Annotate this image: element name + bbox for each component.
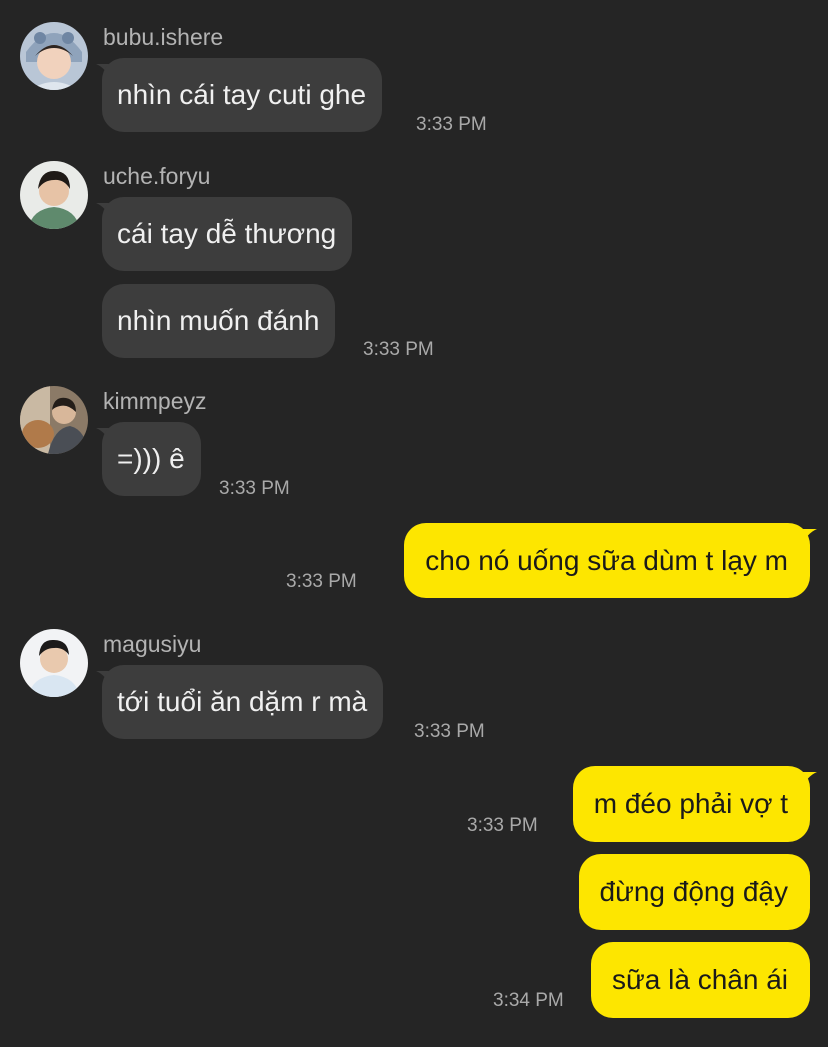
message-time: 3:33 PM bbox=[467, 815, 538, 836]
message-time: 3:33 PM bbox=[414, 721, 485, 742]
message-time: 3:33 PM bbox=[219, 478, 290, 499]
avatar-magusiyu[interactable] bbox=[20, 629, 88, 697]
message-bubble-incoming[interactable]: cái tay dễ thương bbox=[102, 197, 353, 271]
avatar-kimmpeyz[interactable] bbox=[20, 386, 88, 454]
message-bubble-outgoing[interactable]: cho nó uống sữa dùm t lạy m bbox=[404, 523, 810, 598]
message-bubble-incoming[interactable]: nhìn cái tay cuti ghe bbox=[102, 58, 383, 132]
message-bubble-incoming[interactable]: tới tuổi ăn dặm r mà bbox=[102, 665, 384, 739]
message-time: 3:34 PM bbox=[493, 990, 564, 1011]
message-time: 3:33 PM bbox=[363, 339, 434, 360]
message-time: 3:33 PM bbox=[416, 114, 487, 135]
sender-name: magusiyu bbox=[103, 631, 202, 657]
message-bubble-outgoing[interactable]: đừng động đậy bbox=[578, 854, 810, 930]
message-bubble-outgoing[interactable]: sữa là chân ái bbox=[591, 942, 810, 1018]
avatar-uche[interactable] bbox=[20, 161, 88, 229]
sender-name: kimmpeyz bbox=[103, 388, 207, 414]
sender-name: bubu.ishere bbox=[103, 24, 224, 50]
avatar-bubu[interactable] bbox=[20, 22, 88, 90]
message-bubble-incoming[interactable]: =))) ê bbox=[102, 422, 201, 496]
message-time: 3:33 PM bbox=[286, 571, 357, 592]
sender-name: uche.foryu bbox=[103, 163, 211, 189]
message-bubble-incoming[interactable]: nhìn muốn đánh bbox=[102, 284, 336, 358]
message-bubble-outgoing[interactable]: m đéo phải vợ t bbox=[572, 766, 810, 842]
